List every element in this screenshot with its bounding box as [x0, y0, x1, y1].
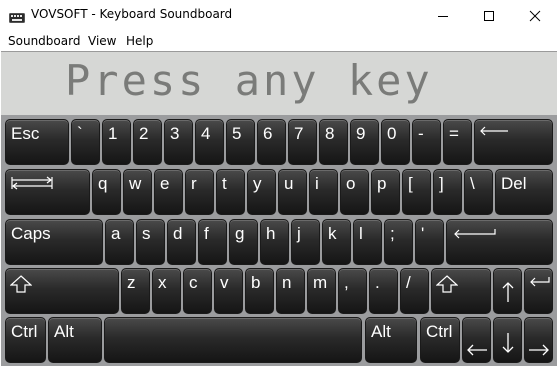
key-i[interactable]: i: [309, 169, 338, 215]
window-title: VOVSOFT - Keyboard Soundboard: [31, 7, 233, 21]
maximize-button[interactable]: [466, 0, 512, 31]
key-z[interactable]: z: [121, 268, 150, 314]
key-alt-left[interactable]: Alt: [48, 317, 102, 363]
title-bar: VOVSOFT - Keyboard Soundboard: [0, 0, 558, 31]
key-n[interactable]: n: [276, 268, 305, 314]
key-0[interactable]: 0: [381, 119, 410, 165]
app-keyboard-icon: [9, 9, 25, 23]
key-arrow-up[interactable]: [493, 268, 522, 314]
key-shift-left[interactable]: [5, 268, 119, 314]
key-backslash[interactable]: \: [464, 169, 493, 215]
maximize-icon: [484, 10, 494, 21]
key-minus[interactable]: -: [412, 119, 441, 165]
key-e[interactable]: e: [154, 169, 183, 215]
key-q[interactable]: q: [92, 169, 121, 215]
key-p[interactable]: p: [371, 169, 400, 215]
key-f[interactable]: f: [198, 219, 227, 265]
key-m[interactable]: m: [307, 268, 336, 314]
key-o[interactable]: o: [340, 169, 369, 215]
key-semicolon[interactable]: ;: [384, 219, 413, 265]
close-button[interactable]: [512, 0, 558, 31]
menu-view[interactable]: View: [88, 34, 116, 48]
shift-arrow-icon: [10, 275, 32, 293]
key-space[interactable]: [104, 317, 362, 363]
menu-soundboard[interactable]: Soundboard: [8, 34, 80, 48]
key-3[interactable]: 3: [164, 119, 193, 165]
key-quote[interactable]: ': [415, 219, 444, 265]
key-h[interactable]: h: [260, 219, 289, 265]
key-2[interactable]: 2: [133, 119, 162, 165]
minimize-icon: [438, 15, 448, 17]
key-y[interactable]: y: [247, 169, 276, 215]
key-period[interactable]: .: [369, 268, 398, 314]
menu-help[interactable]: Help: [126, 34, 153, 48]
key-arrow-right[interactable]: [524, 317, 553, 363]
key-1[interactable]: 1: [102, 119, 131, 165]
key-s[interactable]: s: [136, 219, 165, 265]
key-w[interactable]: w: [123, 169, 152, 215]
key-display: Press any key: [1, 51, 557, 116]
minimize-button[interactable]: [420, 0, 466, 31]
display-text: Press any key: [65, 56, 433, 105]
key-esc[interactable]: Esc: [5, 119, 69, 165]
key-backspace[interactable]: [474, 119, 553, 165]
key-8[interactable]: 8: [319, 119, 348, 165]
key-left-bracket[interactable]: [: [402, 169, 431, 215]
arrow-right-icon: [529, 344, 549, 356]
key-v[interactable]: v: [214, 268, 243, 314]
tab-arrows-icon: [11, 176, 53, 190]
key-4[interactable]: 4: [195, 119, 224, 165]
arrow-up-icon: [502, 282, 514, 302]
key-shift-right[interactable]: [431, 268, 491, 314]
enter-arrow-icon: [530, 277, 550, 287]
key-r[interactable]: r: [185, 169, 214, 215]
key-9[interactable]: 9: [350, 119, 379, 165]
key-del[interactable]: Del: [495, 169, 553, 215]
key-equals[interactable]: =: [443, 119, 472, 165]
key-right-bracket[interactable]: ]: [433, 169, 462, 215]
key-arrow-left[interactable]: [462, 317, 491, 363]
key-7[interactable]: 7: [288, 119, 317, 165]
key-numpad-enter[interactable]: [524, 268, 553, 314]
key-d[interactable]: d: [167, 219, 196, 265]
key-k[interactable]: k: [322, 219, 351, 265]
key-ctrl-left[interactable]: Ctrl: [5, 317, 46, 363]
key-5[interactable]: 5: [226, 119, 255, 165]
arrow-down-icon: [502, 333, 514, 353]
key-alt-right[interactable]: Alt: [365, 317, 417, 363]
key-x[interactable]: x: [152, 268, 181, 314]
key-c[interactable]: c: [183, 268, 212, 314]
menu-bar: Soundboard View Help: [0, 31, 558, 51]
key-caps[interactable]: Caps: [5, 219, 103, 265]
key-b[interactable]: b: [245, 268, 274, 314]
backspace-arrow-icon: [480, 126, 508, 136]
close-icon: [529, 10, 541, 21]
key-a[interactable]: a: [105, 219, 134, 265]
key-u[interactable]: u: [278, 169, 307, 215]
key-6[interactable]: 6: [257, 119, 286, 165]
shift-arrow-icon: [436, 275, 458, 293]
key-backtick[interactable]: `: [71, 119, 100, 165]
key-arrow-down[interactable]: [493, 317, 522, 363]
key-g[interactable]: g: [229, 219, 258, 265]
key-comma[interactable]: ,: [338, 268, 367, 314]
key-l[interactable]: l: [353, 219, 382, 265]
keyboard: Esc ` 1 2 3 4 5 6 7 8 9 0 - = q w e r t …: [1, 115, 557, 366]
arrow-left-icon: [467, 344, 487, 356]
key-ctrl-right[interactable]: Ctrl: [420, 317, 460, 363]
key-slash[interactable]: /: [400, 268, 429, 314]
key-enter[interactable]: [446, 219, 553, 265]
key-tab[interactable]: [5, 169, 90, 215]
enter-arrow-icon: [454, 229, 496, 239]
key-j[interactable]: j: [291, 219, 320, 265]
key-t[interactable]: t: [216, 169, 245, 215]
